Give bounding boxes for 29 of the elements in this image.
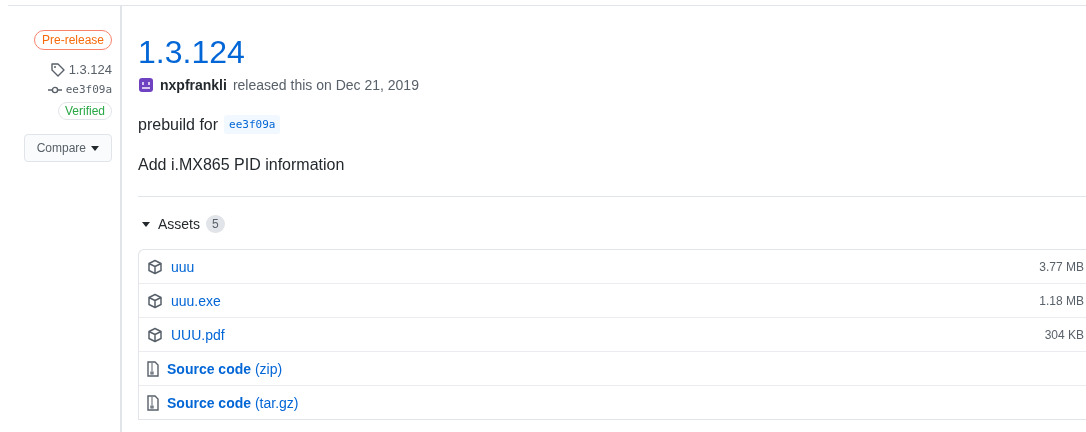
- asset-link[interactable]: uuu.exe: [171, 292, 1032, 309]
- release-notes: Add i.MX865 PID information: [138, 156, 345, 174]
- assets-count: 5: [206, 215, 225, 233]
- caret-icon: [142, 221, 150, 227]
- asset-link[interactable]: UUU.pdf: [171, 326, 1037, 343]
- package-icon: [147, 258, 163, 275]
- asset-size: 1.18 MB: [1039, 293, 1084, 308]
- package-icon: [147, 292, 163, 309]
- tag-icon: [50, 62, 65, 77]
- caret-icon: [91, 145, 99, 151]
- asset-size: 304 KB: [1044, 327, 1084, 342]
- asset-link[interactable]: Source code (tar.gz): [167, 394, 1084, 411]
- body-text: prebuild for: [138, 115, 219, 134]
- author-link[interactable]: nxpfrankli: [160, 77, 227, 93]
- asset-link[interactable]: Source code (zip): [167, 360, 1084, 377]
- asset-link[interactable]: uuu: [171, 258, 1032, 275]
- release-meta: released this on Dec 21, 2019: [232, 77, 419, 93]
- commit-icon: [47, 85, 62, 94]
- tag-link[interactable]: 1.3.124: [68, 62, 112, 77]
- compare-button[interactable]: Compare: [23, 134, 112, 162]
- assets-toggle[interactable]: Assets: [142, 216, 200, 232]
- release-title: 1.3.124: [138, 34, 246, 71]
- commit-link[interactable]: ee3f09a: [224, 115, 281, 134]
- zip-file-icon: [147, 360, 159, 377]
- commit-link[interactable]: ee3f09a: [65, 83, 112, 96]
- avatar-icon: [138, 77, 154, 93]
- package-icon: [147, 326, 163, 343]
- zip-file-icon: [147, 394, 159, 411]
- asset-size: 3.77 MB: [1039, 259, 1084, 274]
